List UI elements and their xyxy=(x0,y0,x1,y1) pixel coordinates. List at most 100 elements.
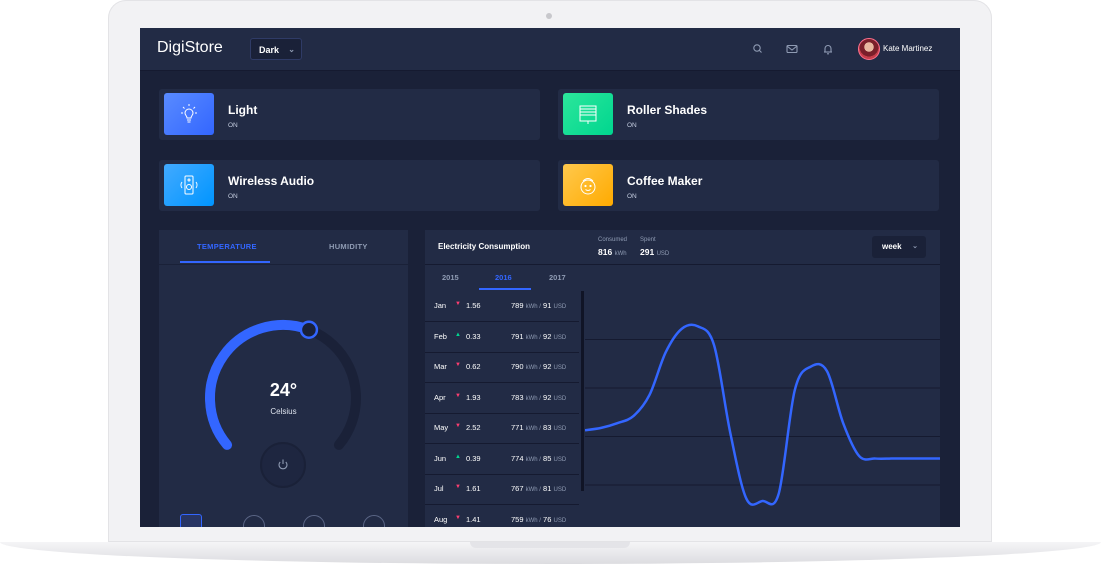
delta-value: 0.39 xyxy=(466,453,481,463)
panel-title: Electricity Consumption xyxy=(438,242,531,251)
app-screen: DigiStore Dark ⌄ Kate Martinez Light ON … xyxy=(140,28,960,527)
usd-unit: USD xyxy=(553,517,567,524)
consumption-value: 774 kWh / 85 USD xyxy=(511,454,566,463)
device-card-wireless-audio[interactable]: Wireless Audio ON xyxy=(159,160,540,211)
usd-value: 85 xyxy=(543,453,552,463)
consumption-list[interactable]: Jan ▼ 1.56 789 kWh / 91 USD Feb ▲ 0.33 791 kWh … xyxy=(425,291,583,527)
temperature-dial[interactable] xyxy=(159,230,408,527)
month-label: Mar xyxy=(434,362,447,371)
kwh-value: 789 xyxy=(511,301,524,310)
device-card-light[interactable]: Light ON xyxy=(159,89,540,140)
list-item[interactable]: May ▼ 2.52 771 kWh / 83 USD xyxy=(425,413,579,444)
device-name: Roller Shades xyxy=(627,103,708,117)
consumed-value: 816 kWh xyxy=(598,247,627,257)
user-name[interactable]: Kate Martinez xyxy=(883,44,932,53)
list-item[interactable]: Jan ▼ 1.56 789 kWh / 91 USD xyxy=(425,291,579,322)
month-label: Jan xyxy=(434,301,447,310)
consumption-chart xyxy=(585,323,940,506)
camera-dot xyxy=(546,13,552,19)
theme-select-value: Dark xyxy=(259,45,280,55)
usd-value: 83 xyxy=(543,423,552,432)
climate-panel: TEMPERATURE HUMIDITY 24° Celsius xyxy=(159,230,408,527)
device-status: ON xyxy=(627,122,637,129)
consumption-value: 791 kWh / 92 USD xyxy=(511,332,566,341)
theme-select[interactable]: Dark ⌄ xyxy=(250,38,302,60)
delta-value: 0.33 xyxy=(466,331,481,341)
kwh-value: 767 xyxy=(511,484,524,493)
snowflake-icon[interactable] xyxy=(180,514,202,527)
consumed-unit: kWh xyxy=(614,251,627,257)
avatar[interactable] xyxy=(858,38,880,60)
period-select[interactable]: week ⌄ xyxy=(872,236,926,258)
roller-shades-icon xyxy=(563,93,613,135)
kwh-unit: kWh / xyxy=(525,426,541,432)
usd-value: 81 xyxy=(543,484,552,493)
active-tab-indicator xyxy=(479,288,531,290)
device-name: Light xyxy=(228,103,258,117)
tab-year-2015[interactable]: 2015 xyxy=(442,273,459,282)
kwh-unit: kWh / xyxy=(525,456,541,463)
usd-value: 76 xyxy=(543,514,552,524)
list-item[interactable]: Apr ▼ 1.93 783 kWh / 92 USD xyxy=(425,383,579,414)
series-line xyxy=(585,323,940,506)
list-item[interactable]: Jul ▼ 1.61 767 kWh / 81 USD xyxy=(425,474,579,505)
scrollbar[interactable] xyxy=(581,291,584,491)
spent-unit: USD xyxy=(656,251,670,257)
bell-icon[interactable] xyxy=(821,42,835,56)
dial-handle[interactable] xyxy=(299,320,319,340)
consumption-value: 789 kWh / 91 USD xyxy=(511,301,566,310)
list-item[interactable]: Aug ▼ 1.41 759 kWh / 76 USD xyxy=(425,505,579,528)
arrow-up-icon: ▲ xyxy=(455,331,461,338)
divider xyxy=(425,264,940,265)
kwh-unit: kWh / xyxy=(525,304,541,310)
search-icon[interactable] xyxy=(751,42,765,56)
month-label: May xyxy=(434,423,449,432)
device-name: Wireless Audio xyxy=(228,174,315,188)
delta-value: 2.52 xyxy=(466,423,481,432)
consumption-value: 771 kWh / 83 USD xyxy=(511,423,566,432)
device-status: ON xyxy=(228,122,238,129)
device-card-coffee-maker[interactable]: Coffee Maker ON xyxy=(558,160,939,211)
kwh-unit: kWh / xyxy=(525,395,541,402)
arrow-down-icon: ▼ xyxy=(455,362,461,368)
list-item[interactable]: Feb ▲ 0.33 791 kWh / 92 USD xyxy=(425,322,579,353)
device-status: ON xyxy=(627,193,637,200)
delta-value: 0.62 xyxy=(466,362,481,371)
consumed-label: Consumed xyxy=(598,237,628,243)
arrow-down-icon: ▼ xyxy=(455,392,461,399)
mail-icon[interactable] xyxy=(785,42,799,56)
list-item[interactable]: Jun ▲ 0.39 774 kWh / 85 USD xyxy=(425,444,579,475)
month-label: Jun xyxy=(434,453,447,463)
electricity-panel: Electricity Consumption Consumed 816 kWh… xyxy=(425,230,940,527)
kwh-unit: kWh / xyxy=(525,334,541,341)
chevron-down-icon: ⌄ xyxy=(912,243,918,250)
kwh-value: 771 xyxy=(511,423,524,432)
kwh-value: 791 xyxy=(511,331,524,341)
delta-value: 1.61 xyxy=(466,484,481,493)
list-item[interactable]: Mar ▼ 0.62 790 kWh / 92 USD xyxy=(425,352,579,383)
coffee-maker-icon xyxy=(563,164,613,206)
usd-unit: USD xyxy=(553,395,567,402)
temperature-value: 24° xyxy=(269,380,298,400)
usd-unit: USD xyxy=(553,426,567,432)
period-select-value: week xyxy=(882,242,902,251)
kwh-unit: kWh / xyxy=(525,365,541,371)
usd-unit: USD xyxy=(553,334,567,341)
delta-value: 1.93 xyxy=(466,392,481,402)
spent-number: 291 xyxy=(640,247,655,257)
top-header: DigiStore Dark ⌄ Kate Martinez xyxy=(140,28,960,71)
consumption-value: 767 kWh / 81 USD xyxy=(511,484,566,493)
chevron-down-icon: ⌄ xyxy=(288,45,295,54)
usd-value: 92 xyxy=(543,331,552,341)
power-button[interactable] xyxy=(260,442,306,488)
usd-unit: USD xyxy=(553,487,567,493)
app-logo[interactable]: DigiStore xyxy=(157,39,223,57)
tab-year-2017[interactable]: 2017 xyxy=(549,273,566,282)
kwh-unit: kWh / xyxy=(525,487,541,493)
lightbulb-icon xyxy=(164,93,214,135)
tab-year-2016[interactable]: 2016 xyxy=(495,273,512,282)
month-label: Aug xyxy=(434,514,448,524)
kwh-value: 774 xyxy=(511,453,524,463)
delta-value: 1.56 xyxy=(466,301,481,310)
device-card-roller-shades[interactable]: Roller Shades ON xyxy=(558,89,939,140)
